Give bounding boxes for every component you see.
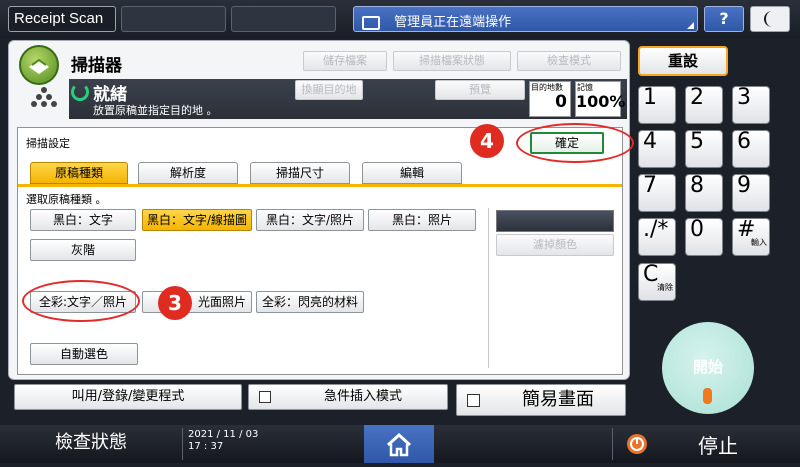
top-bar: Receipt Scan 管理員正在遠端操作 ? xyxy=(0,0,800,38)
interrupt-mode-button[interactable]: 急件插入模式 xyxy=(248,384,448,410)
key-4[interactable]: 4 xyxy=(638,130,676,168)
check-status-button[interactable]: 檢查狀態 xyxy=(0,425,182,463)
corner-triangle-icon xyxy=(687,22,694,29)
key-5[interactable]: 5 xyxy=(685,130,723,168)
stop-label: 停止 xyxy=(698,434,738,458)
memory-box: 記憶 100% xyxy=(575,81,626,117)
divider xyxy=(488,208,489,368)
annotation-circle-3 xyxy=(22,280,140,322)
key-6[interactable]: 6 xyxy=(732,130,770,168)
tab-underline xyxy=(18,184,622,187)
bw-photo-button[interactable]: 黑白：照片 xyxy=(368,209,476,231)
key-1[interactable]: 1 xyxy=(638,86,676,124)
check-modes-button[interactable]: 檢查模式 xyxy=(517,51,621,71)
tab-edit[interactable]: 編輯 xyxy=(362,162,462,184)
stop-icon xyxy=(627,434,647,454)
program-button[interactable]: 叫用/登錄/變更程式 xyxy=(14,384,242,410)
key-8[interactable]: 8 xyxy=(685,174,723,212)
tab-resolution[interactable]: 解析度 xyxy=(138,162,238,184)
scanner-title: 掃描器 xyxy=(71,56,122,76)
drop-color-swatch xyxy=(496,210,614,232)
tab-scan-size[interactable]: 掃描尺寸 xyxy=(250,162,350,184)
time-text: 17 : 37 xyxy=(188,441,224,452)
remote-icon xyxy=(362,15,380,30)
home-button[interactable] xyxy=(364,425,434,463)
key-dot-star[interactable]: ./* xyxy=(638,218,676,256)
key-9[interactable]: 9 xyxy=(732,174,770,212)
interrupt-checkbox[interactable] xyxy=(259,391,271,403)
annotation-badge-4: 4 xyxy=(470,124,504,158)
scan-settings-panel: 掃描設定 確定 原稿種類 解析度 掃描尺寸 編輯 選取原稿種類 。 黑白：文字 … xyxy=(17,123,634,375)
bw-text-photo-button[interactable]: 黑白：文字/照片 xyxy=(256,209,364,231)
simple-screen-button[interactable]: 簡易畫面 xyxy=(456,384,626,416)
interrupt-mode-label: 急件插入模式 xyxy=(323,389,402,404)
type-instruction: 選取原稿種類 。 xyxy=(26,193,107,206)
remote-operation-status[interactable]: 管理員正在遠端操作 xyxy=(353,6,698,32)
scan-settings-title: 掃描設定 xyxy=(26,137,70,150)
key-7[interactable]: 7 xyxy=(638,174,676,212)
scanner-app-icon xyxy=(19,45,59,85)
home-icon xyxy=(386,432,412,457)
ready-instruction: 放置原稿並指定目的地 。 xyxy=(93,104,218,117)
annotation-badge-3: 3 xyxy=(158,286,192,320)
moon-icon xyxy=(764,11,772,27)
switch-destination-button[interactable]: 換顯目的地 xyxy=(295,80,363,100)
grayscale-button[interactable]: 灰階 xyxy=(30,239,136,261)
store-file-button[interactable]: 儲存檔案 xyxy=(303,51,387,71)
help-button[interactable]: ? xyxy=(704,6,744,32)
fullcolor-glossy-material-button[interactable]: 全彩：閃亮的材料 xyxy=(256,291,364,313)
start-button[interactable]: 開始 xyxy=(662,322,754,414)
bw-text-button[interactable]: 黑白：文字 xyxy=(30,209,136,231)
status-strip: 就緒 放置原稿並指定目的地 。 換顯目的地 預覽 目的地數 0 記憶 100% xyxy=(31,79,627,119)
bw-text-lineart-button[interactable]: 黑白：文字/線描圖 xyxy=(142,209,252,231)
simple-screen-checkbox[interactable] xyxy=(467,394,480,407)
remote-status-label: 管理員正在遠端操作 xyxy=(394,15,512,30)
ready-indicator-icon xyxy=(71,83,89,101)
start-label: 開始 xyxy=(692,358,723,376)
scanned-files-status-button[interactable]: 掃描檔案狀態 xyxy=(393,51,511,71)
drop-color-button[interactable]: 濾掉顏色 xyxy=(496,234,614,256)
tab-original-type[interactable]: 原稿種類 xyxy=(30,162,128,184)
status-bar: 檢查狀態 2021 / 11 / 03 17 : 37 停止 xyxy=(0,425,800,463)
original-stack-icon xyxy=(31,87,57,107)
key-hash-sub-label: 輸入 xyxy=(751,238,767,247)
top-slot-empty-1 xyxy=(121,6,226,32)
clear-key[interactable]: C 清除 xyxy=(638,263,676,301)
simple-screen-label: 簡易畫面 xyxy=(522,389,594,410)
start-indicator-icon xyxy=(703,388,712,404)
divider xyxy=(182,428,183,460)
scanner-panel: 掃描器 儲存檔案 掃描檔案狀態 檢查模式 就緒 放置原稿並指定目的地 。 換顯目… xyxy=(8,40,634,380)
destination-count-box: 目的地數 0 xyxy=(529,81,571,117)
key-3[interactable]: 3 xyxy=(732,86,770,124)
energy-saver-button[interactable] xyxy=(750,6,790,32)
scanner-icon xyxy=(29,58,49,74)
destination-count: 0 xyxy=(555,92,567,112)
reset-button[interactable]: 重設 xyxy=(638,46,728,76)
date-text: 2021 / 11 / 03 xyxy=(188,429,259,440)
datetime: 2021 / 11 / 03 17 : 37 xyxy=(188,429,258,453)
top-slot-empty-2 xyxy=(231,6,336,32)
key-hash[interactable]: # 輸入 xyxy=(732,218,770,256)
stop-button[interactable]: 停止 xyxy=(612,425,800,463)
clear-key-sub-label: 清除 xyxy=(657,283,673,292)
memory-percent: 100% xyxy=(576,92,626,111)
annotation-circle-4 xyxy=(516,123,634,163)
auto-color-button[interactable]: 自動選色 xyxy=(30,343,138,365)
preview-button[interactable]: 預覽 xyxy=(435,80,525,100)
key-0[interactable]: 0 xyxy=(685,218,723,256)
app-title: Receipt Scan xyxy=(8,6,116,32)
key-2[interactable]: 2 xyxy=(685,86,723,124)
